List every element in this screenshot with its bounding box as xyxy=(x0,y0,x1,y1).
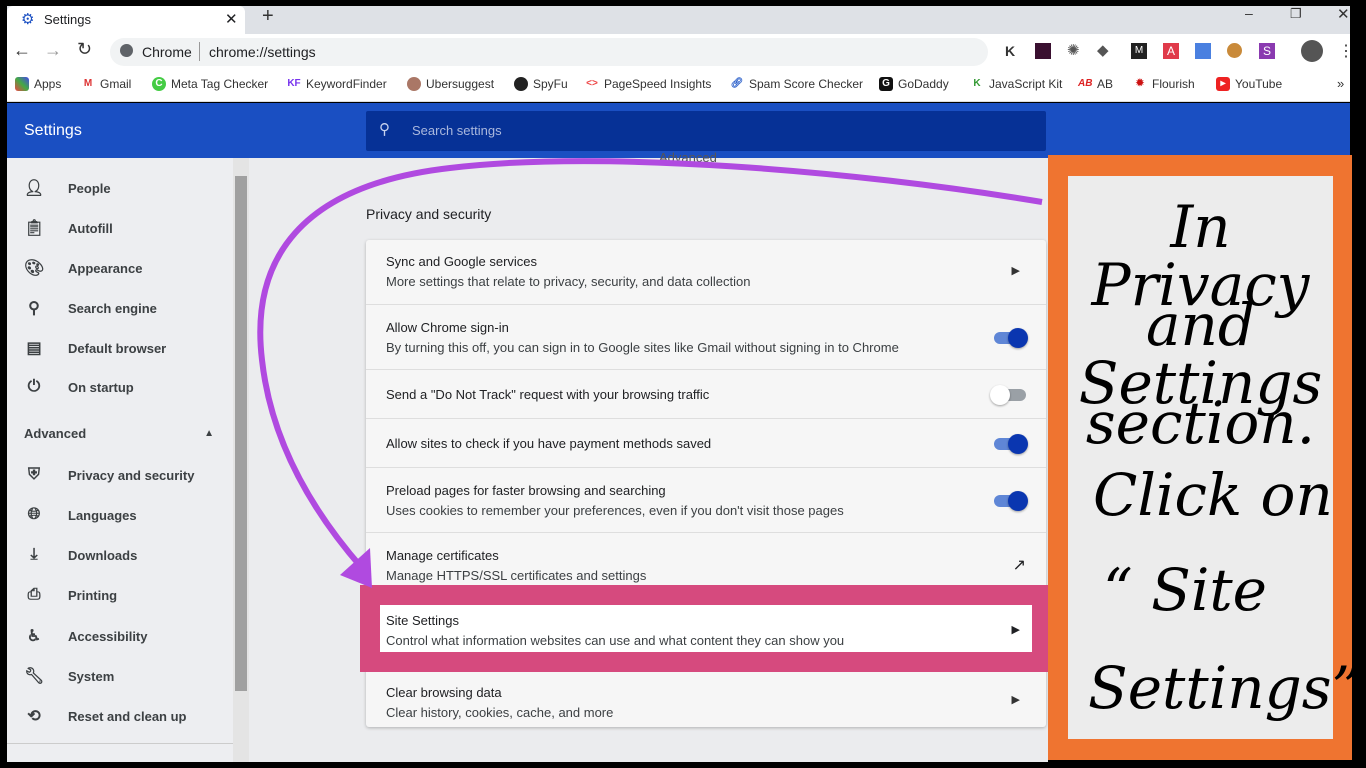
arrow-curve xyxy=(257,158,1043,570)
note-line: Settings” xyxy=(1088,654,1362,722)
note-line: “ Site xyxy=(1103,556,1268,624)
note-line: Click on xyxy=(1093,461,1333,529)
annotation-note: In Privacy and Settings section. Click o… xyxy=(1068,176,1362,739)
note-line: section. xyxy=(1085,389,1316,457)
arrow-head xyxy=(340,548,372,588)
